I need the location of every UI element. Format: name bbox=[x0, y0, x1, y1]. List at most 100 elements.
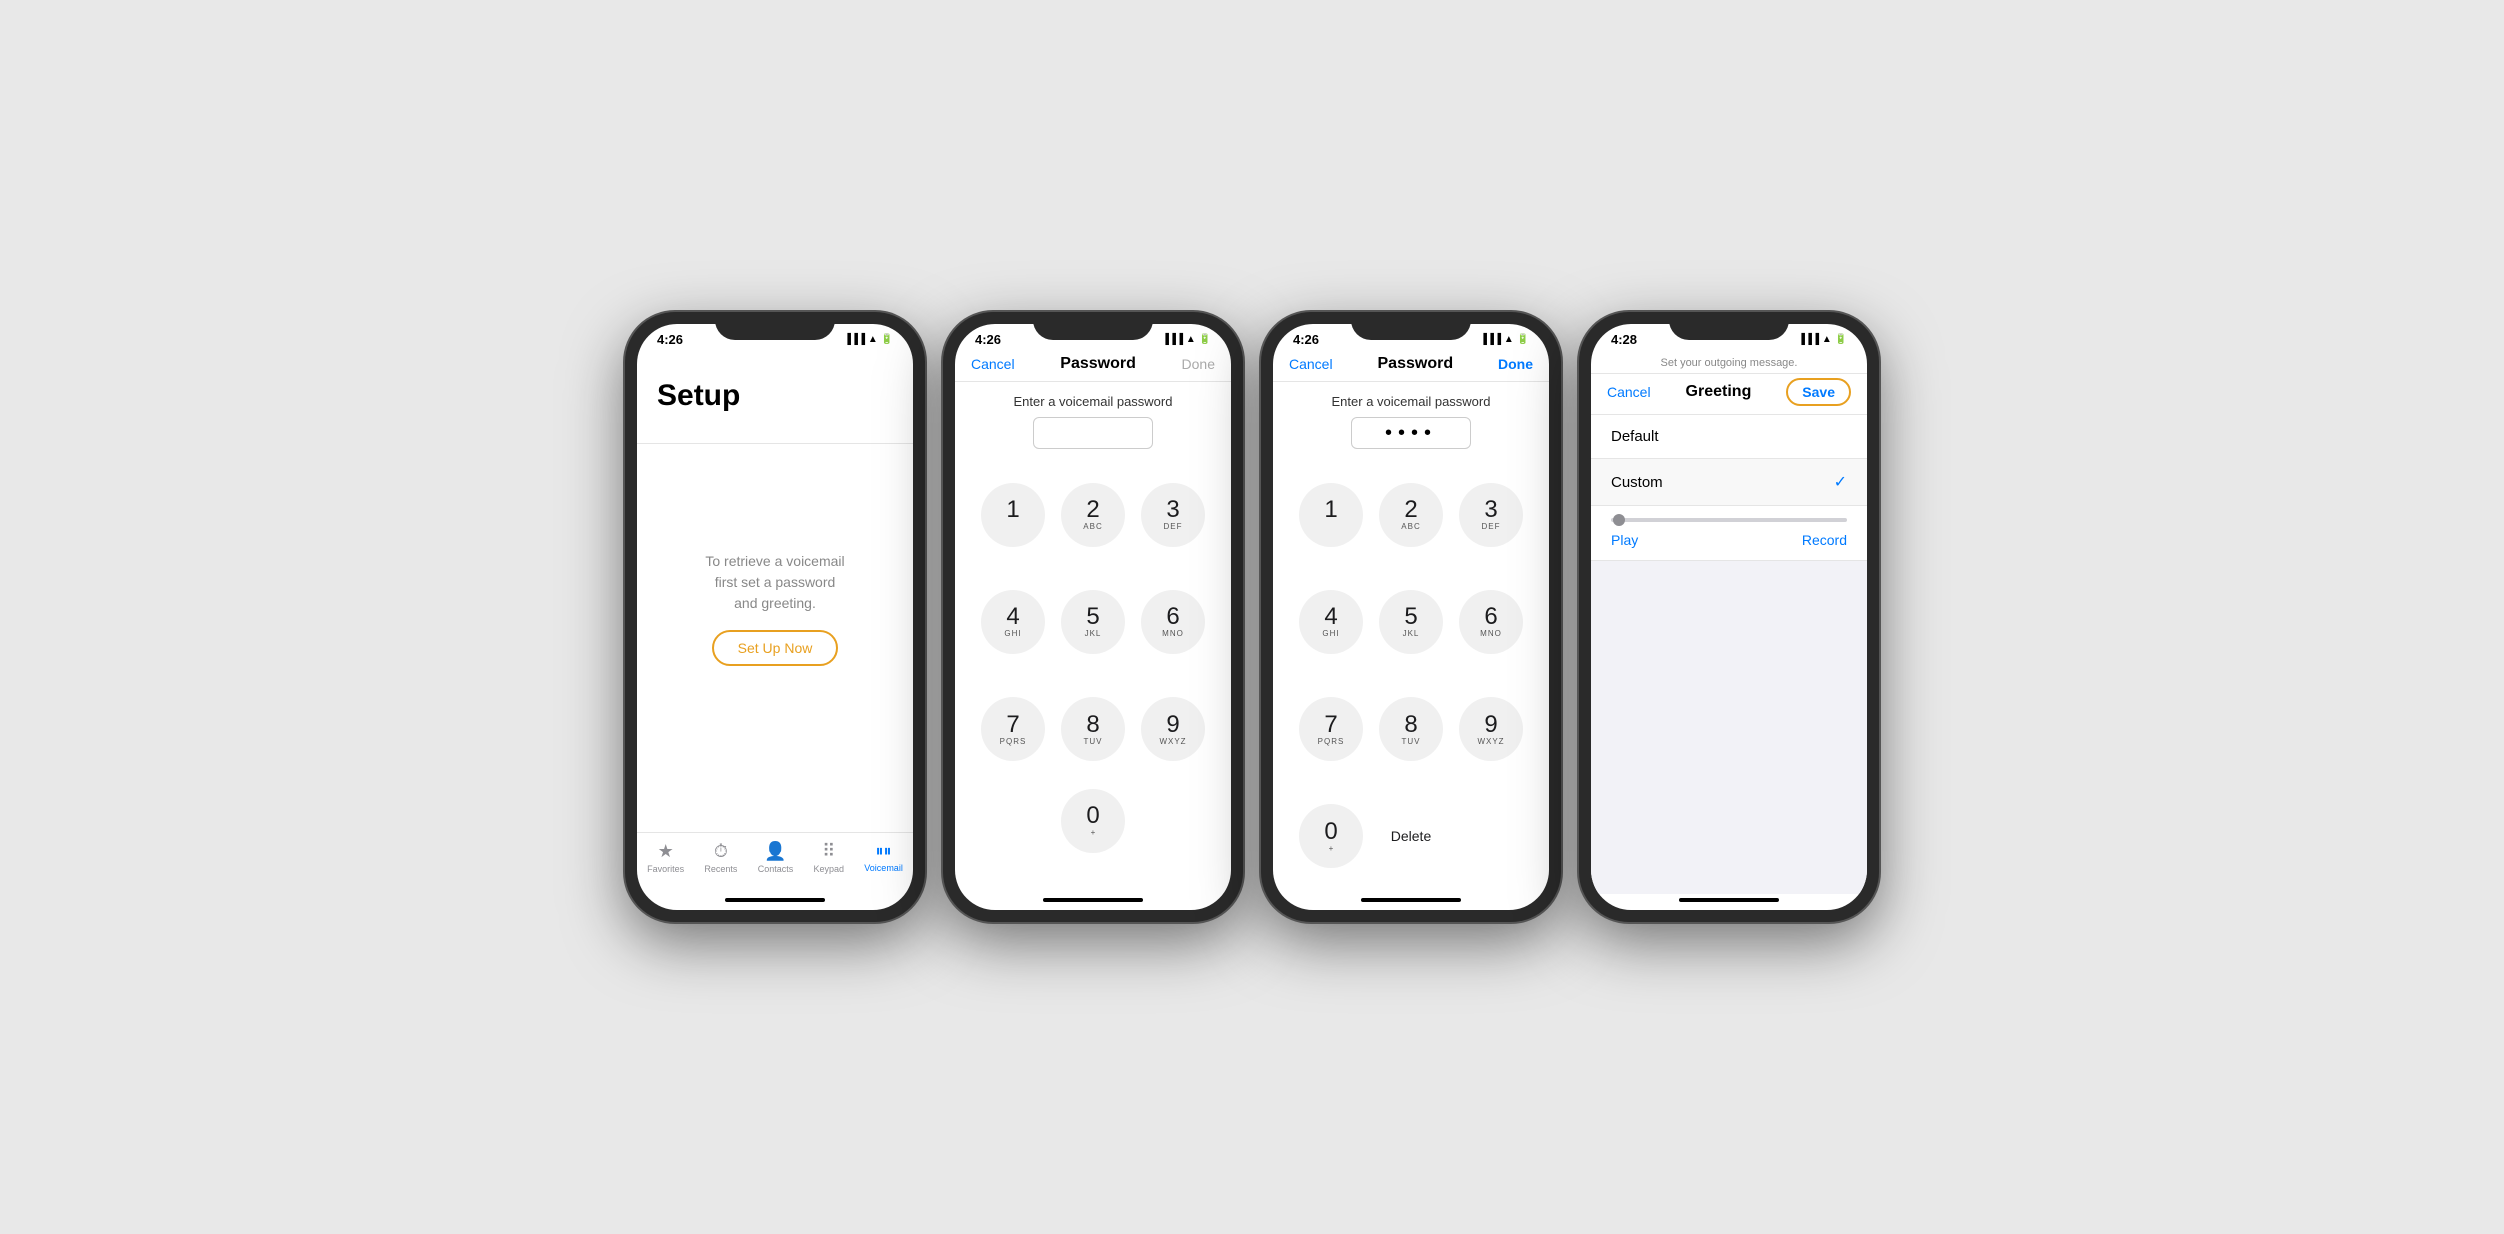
time-4: 4:28 bbox=[1611, 332, 1637, 347]
phones-container: 4:26 ▐▐▐ ▲ 🔋 Setup To retrieve a voicema… bbox=[625, 312, 1879, 922]
key-7-2[interactable]: 7PQRS bbox=[981, 697, 1045, 761]
tab-favorites[interactable]: ★ Favorites bbox=[647, 841, 684, 874]
key-2-2[interactable]: 2ABC bbox=[1061, 483, 1125, 547]
time-3: 4:26 bbox=[1293, 332, 1319, 347]
cancel-button-2[interactable]: Cancel bbox=[971, 356, 1015, 372]
key-4-2[interactable]: 4GHI bbox=[981, 590, 1045, 654]
status-icons-1: ▐▐▐ ▲ 🔋 bbox=[844, 334, 893, 345]
recents-label: Recents bbox=[704, 864, 737, 874]
time-1: 4:26 bbox=[657, 332, 683, 347]
voicemail-label: Voicemail bbox=[864, 863, 903, 873]
default-label: Default bbox=[1611, 428, 1659, 445]
custom-label: Custom bbox=[1611, 474, 1663, 491]
key-0-2[interactable]: 0 + bbox=[1059, 789, 1127, 884]
dialpad-3: 1 2ABC 3DEF 4GHI 5JKL 6MNO 7PQRS 8TUV 9W… bbox=[1273, 457, 1549, 894]
phone-4: 4:28 ▐▐▐ ▲ 🔋 Set your outgoing message. … bbox=[1579, 312, 1879, 922]
nav-bar-2: Cancel Password Done bbox=[955, 351, 1231, 382]
home-indicator-1 bbox=[725, 898, 825, 902]
cancel-button-4[interactable]: Cancel bbox=[1607, 384, 1651, 400]
nav-title-3: Password bbox=[1378, 355, 1454, 373]
dialpad-2: 1 2ABC 3DEF 4GHI 5JKL 6MNO 7PQRS 8TUV 9W… bbox=[955, 457, 1231, 894]
home-indicator-3 bbox=[1361, 898, 1461, 902]
screen-3: 4:26 ▐▐▐ ▲ 🔋 Cancel Password Done Enter … bbox=[1273, 324, 1549, 910]
key-2-3[interactable]: 2ABC bbox=[1379, 483, 1443, 547]
recents-icon: ⏱ bbox=[714, 841, 728, 862]
voicemail-icon: ⏸⏸ bbox=[876, 843, 892, 861]
greeting-list: Default Custom ✓ bbox=[1591, 415, 1867, 506]
screen-1: 4:26 ▐▐▐ ▲ 🔋 Setup To retrieve a voicema… bbox=[637, 324, 913, 910]
tab-bar-1: ★ Favorites ⏱ Recents 👤 Contacts ⠿ Keypa… bbox=[637, 832, 913, 894]
tab-recents[interactable]: ⏱ Recents bbox=[704, 841, 737, 874]
home-indicator-2 bbox=[1043, 898, 1143, 902]
key-4-3[interactable]: 4GHI bbox=[1299, 590, 1363, 654]
checkmark-icon: ✓ bbox=[1834, 472, 1847, 492]
notch-4 bbox=[1669, 312, 1789, 340]
status-icons-2: ▐▐▐ ▲ 🔋 bbox=[1162, 334, 1211, 345]
contacts-label: Contacts bbox=[758, 864, 794, 874]
tab-voicemail[interactable]: ⏸⏸ Voicemail bbox=[864, 843, 903, 873]
setup-text: To retrieve a voicemailfirst set a passw… bbox=[705, 551, 844, 614]
key-6-3[interactable]: 6MNO bbox=[1459, 590, 1523, 654]
greeting-content: Default Custom ✓ Play Record bbox=[1591, 415, 1867, 894]
status-icons-4: ▐▐▐ ▲ 🔋 bbox=[1798, 334, 1847, 345]
notch-3 bbox=[1351, 312, 1471, 340]
phone-1: 4:26 ▐▐▐ ▲ 🔋 Setup To retrieve a voicema… bbox=[625, 312, 925, 922]
key-1-2[interactable]: 1 bbox=[981, 483, 1045, 547]
greeting-custom-item[interactable]: Custom ✓ bbox=[1591, 459, 1867, 506]
password-input-2[interactable] bbox=[1033, 417, 1153, 449]
password-container-3: Enter a voicemail password •••• bbox=[1273, 382, 1549, 457]
save-button-4[interactable]: Save bbox=[1786, 378, 1851, 406]
password-label-2: Enter a voicemail password bbox=[1014, 394, 1173, 409]
setup-now-button[interactable]: Set Up Now bbox=[712, 630, 839, 666]
nav-bar-4: Cancel Greeting Save bbox=[1591, 373, 1867, 415]
done-button-2[interactable]: Done bbox=[1182, 356, 1215, 372]
key-3-2[interactable]: 3DEF bbox=[1141, 483, 1205, 547]
password-container-2: Enter a voicemail password bbox=[955, 382, 1231, 457]
favorites-label: Favorites bbox=[647, 864, 684, 874]
greeting-default-item[interactable]: Default bbox=[1591, 415, 1867, 459]
playback-track[interactable] bbox=[1611, 518, 1847, 522]
player-controls: Play Record bbox=[1611, 532, 1847, 548]
nav-bar-3: Cancel Password Done bbox=[1273, 351, 1549, 382]
status-icons-3: ▐▐▐ ▲ 🔋 bbox=[1480, 334, 1529, 345]
key-8-3[interactable]: 8TUV bbox=[1379, 697, 1443, 761]
phone-2: 4:26 ▐▐▐ ▲ 🔋 Cancel Password Done Enter … bbox=[943, 312, 1243, 922]
setup-content: Setup To retrieve a voicemailfirst set a… bbox=[637, 351, 913, 832]
nav-title-4: Greeting bbox=[1686, 383, 1752, 401]
password-label-3: Enter a voicemail password bbox=[1332, 394, 1491, 409]
play-button[interactable]: Play bbox=[1611, 532, 1638, 548]
phone-3: 4:26 ▐▐▐ ▲ 🔋 Cancel Password Done Enter … bbox=[1261, 312, 1561, 922]
playback-dot bbox=[1613, 514, 1625, 526]
delete-button-3[interactable]: Delete bbox=[1377, 789, 1445, 884]
cancel-button-3[interactable]: Cancel bbox=[1289, 356, 1333, 372]
favorites-icon: ★ bbox=[658, 841, 674, 862]
greeting-subtitle: Set your outgoing message. bbox=[1591, 351, 1867, 373]
nav-title-2: Password bbox=[1060, 355, 1136, 373]
setup-title: Setup bbox=[657, 379, 893, 413]
done-button-3[interactable]: Done bbox=[1498, 356, 1533, 372]
key-3-3[interactable]: 3DEF bbox=[1459, 483, 1523, 547]
home-indicator-4 bbox=[1679, 898, 1779, 902]
tab-contacts[interactable]: 👤 Contacts bbox=[758, 841, 794, 874]
key-9-2[interactable]: 9WXYZ bbox=[1141, 697, 1205, 761]
keypad-icon: ⠿ bbox=[822, 841, 835, 862]
record-button[interactable]: Record bbox=[1802, 532, 1847, 548]
greeting-player: Play Record bbox=[1591, 506, 1867, 561]
screen-4: 4:28 ▐▐▐ ▲ 🔋 Set your outgoing message. … bbox=[1591, 324, 1867, 910]
tab-keypad[interactable]: ⠿ Keypad bbox=[814, 841, 845, 874]
key-5-2[interactable]: 5JKL bbox=[1061, 590, 1125, 654]
key-5-3[interactable]: 5JKL bbox=[1379, 590, 1443, 654]
key-6-2[interactable]: 6MNO bbox=[1141, 590, 1205, 654]
notch-1 bbox=[715, 312, 835, 340]
key-1-3[interactable]: 1 bbox=[1299, 483, 1363, 547]
greeting-gray-area bbox=[1591, 561, 1867, 894]
notch-2 bbox=[1033, 312, 1153, 340]
setup-message: To retrieve a voicemailfirst set a passw… bbox=[657, 444, 893, 832]
password-input-3[interactable]: •••• bbox=[1351, 417, 1471, 449]
key-8-2[interactable]: 8TUV bbox=[1061, 697, 1125, 761]
key-0-3[interactable]: 0 + bbox=[1299, 804, 1363, 868]
screen-2: 4:26 ▐▐▐ ▲ 🔋 Cancel Password Done Enter … bbox=[955, 324, 1231, 910]
time-2: 4:26 bbox=[975, 332, 1001, 347]
key-9-3[interactable]: 9WXYZ bbox=[1459, 697, 1523, 761]
key-7-3[interactable]: 7PQRS bbox=[1299, 697, 1363, 761]
